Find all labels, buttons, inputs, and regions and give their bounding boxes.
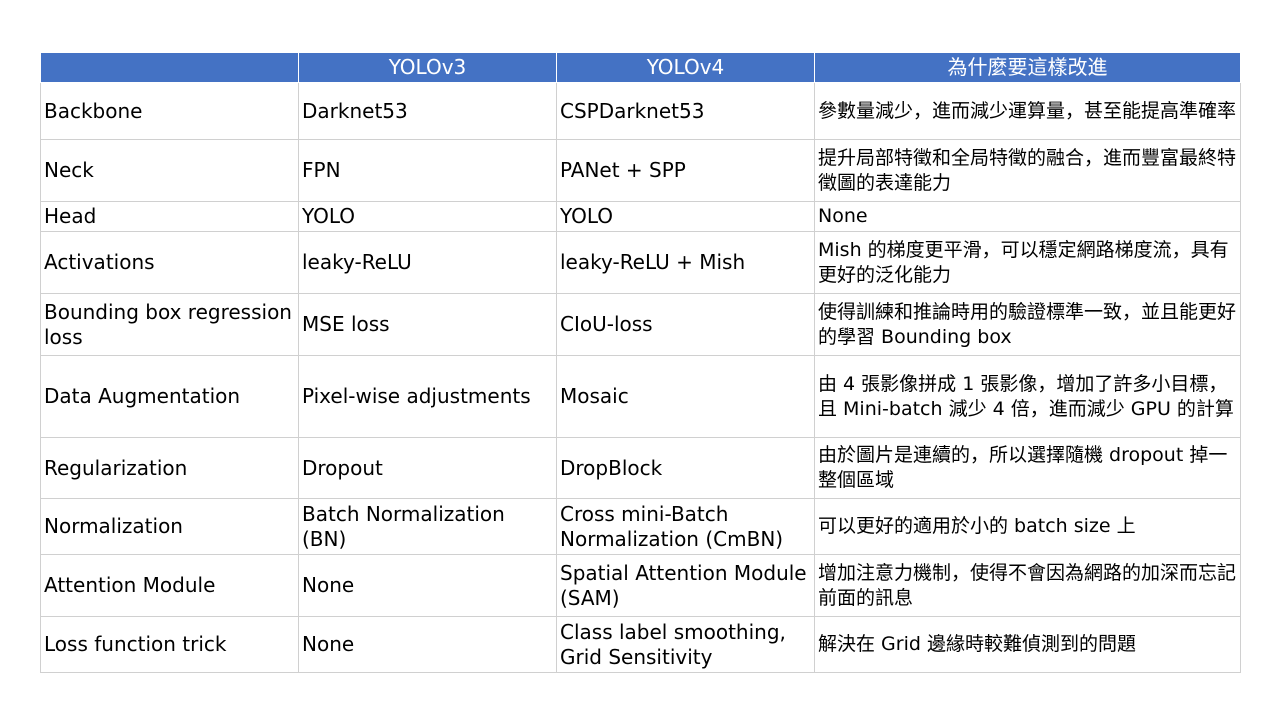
row-label: Normalization [40, 498, 299, 555]
yolov3-cell: Dropout [298, 437, 557, 499]
yolov3-cell: FPN [298, 139, 557, 202]
yolov4-cell: PANet + SPP [556, 139, 815, 202]
yolov4-cell: DropBlock [556, 437, 815, 499]
reason-cell: 參數量減少，進而減少運算量，甚至能提高準確率 [814, 82, 1241, 140]
yolov3-cell: Pixel-wise adjustments [298, 355, 557, 438]
row-label: Neck [40, 139, 299, 202]
header-cell-blank [40, 52, 299, 83]
row-label: Data Augmentation [40, 355, 299, 438]
table-row: Regularization Dropout DropBlock 由於圖片是連續… [40, 437, 1241, 499]
table-row: Loss function trick None Class label smo… [40, 616, 1241, 673]
reason-cell: 由 4 張影像拼成 1 張影像，增加了許多小目標，且 Mini-batch 減少… [814, 355, 1241, 438]
table-row: Neck FPN PANet + SPP 提升局部特徵和全局特徵的融合，進而豐富… [40, 139, 1241, 202]
yolov3-cell: None [298, 616, 557, 673]
yolov3-cell: MSE loss [298, 293, 557, 356]
yolov4-cell: Spatial Attention Module (SAM) [556, 554, 815, 617]
table-row: Activations leaky-ReLU leaky-ReLU + Mish… [40, 231, 1241, 294]
reason-cell: 增加注意力機制，使得不會因為網路的加深而忘記前面的訊息 [814, 554, 1241, 617]
yolov4-cell: leaky-ReLU + Mish [556, 231, 815, 294]
reason-cell: Mish 的梯度更平滑，可以穩定網路梯度流，具有更好的泛化能力 [814, 231, 1241, 294]
yolov4-cell: CSPDarknet53 [556, 82, 815, 140]
reason-cell: 提升局部特徵和全局特徵的融合，進而豐富最終特徵圖的表達能力 [814, 139, 1241, 202]
header-cell-yolov4: YOLOv4 [556, 52, 815, 83]
reason-cell: None [814, 201, 1241, 232]
table-row: Head YOLO YOLO None [40, 201, 1241, 232]
header-row: YOLOv3 YOLOv4 為什麼要這樣改進 [40, 52, 1241, 83]
row-label: Activations [40, 231, 299, 294]
row-label: Attention Module [40, 554, 299, 617]
table-row: Data Augmentation Pixel-wise adjustments… [40, 355, 1241, 438]
table-row: Bounding box regression loss MSE loss CI… [40, 293, 1241, 356]
slide: YOLOv3 YOLOv4 為什麼要這樣改進 Backbone Darknet5… [0, 0, 1280, 720]
reason-cell: 解決在 Grid 邊緣時較難偵測到的問題 [814, 616, 1241, 673]
yolov4-cell: Mosaic [556, 355, 815, 438]
yolov4-cell: Class label smoothing, Grid Sensitivity [556, 616, 815, 673]
yolov4-cell: YOLO [556, 201, 815, 232]
header-cell-reason: 為什麼要這樣改進 [814, 52, 1241, 83]
yolov3-cell: Darknet53 [298, 82, 557, 140]
yolov4-cell: CIoU-loss [556, 293, 815, 356]
comparison-table: YOLOv3 YOLOv4 為什麼要這樣改進 Backbone Darknet5… [40, 52, 1241, 673]
yolov3-cell: Batch Normalization (BN) [298, 498, 557, 555]
table-row: Normalization Batch Normalization (BN) C… [40, 498, 1241, 555]
table-row: Backbone Darknet53 CSPDarknet53 參數量減少，進而… [40, 82, 1241, 140]
row-label: Head [40, 201, 299, 232]
row-label: Regularization [40, 437, 299, 499]
row-label: Bounding box regression loss [40, 293, 299, 356]
yolov3-cell: None [298, 554, 557, 617]
reason-cell: 使得訓練和推論時用的驗證標準一致，並且能更好的學習 Bounding box [814, 293, 1241, 356]
yolov3-cell: YOLO [298, 201, 557, 232]
header-cell-yolov3: YOLOv3 [298, 52, 557, 83]
table-row: Attention Module None Spatial Attention … [40, 554, 1241, 617]
row-label: Backbone [40, 82, 299, 140]
reason-cell: 可以更好的適用於小的 batch size 上 [814, 498, 1241, 555]
row-label: Loss function trick [40, 616, 299, 673]
reason-cell: 由於圖片是連續的，所以選擇隨機 dropout 掉一整個區域 [814, 437, 1241, 499]
yolov3-cell: leaky-ReLU [298, 231, 557, 294]
yolov4-cell: Cross mini-Batch Normalization (CmBN) [556, 498, 815, 555]
